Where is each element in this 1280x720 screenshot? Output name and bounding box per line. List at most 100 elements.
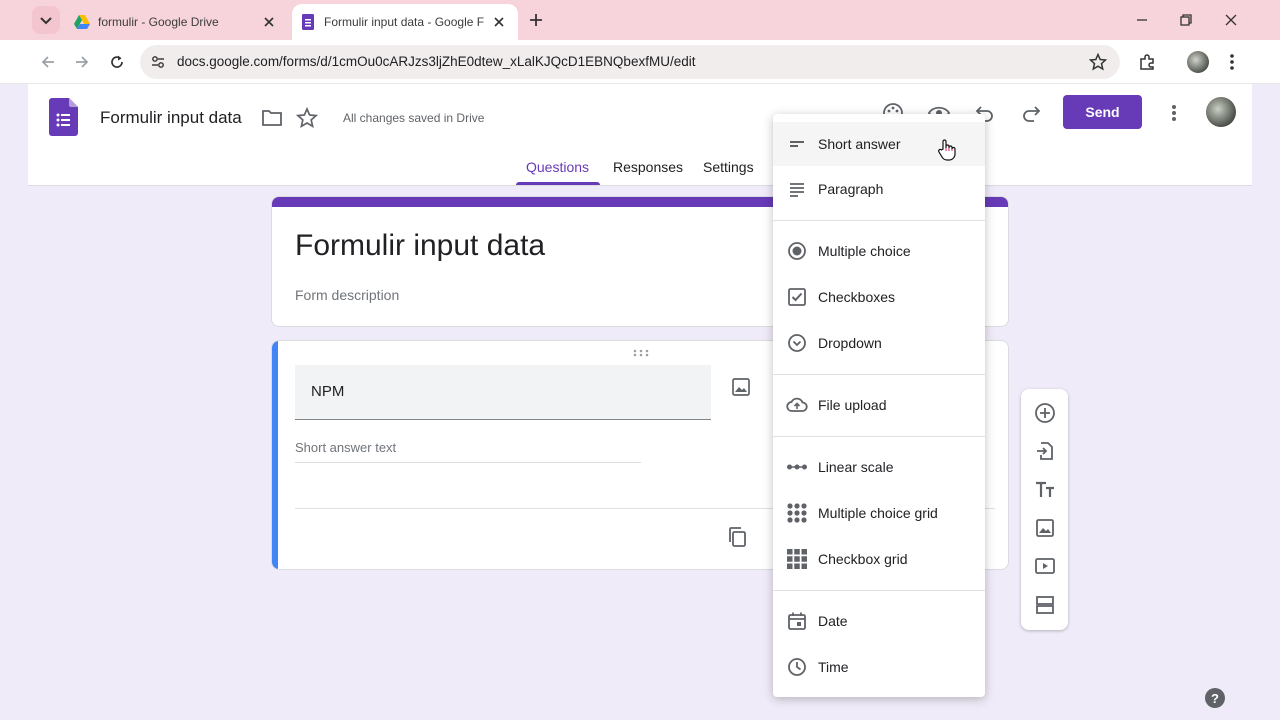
hand-cursor-icon [938, 139, 956, 161]
menu-item-time[interactable]: Time [773, 645, 985, 689]
menu-item-file-upload[interactable]: File upload [773, 383, 985, 427]
question-title-text: NPM [311, 383, 345, 400]
menu-item-checkbox-grid[interactable]: Checkbox grid [773, 537, 985, 581]
menu-item-date[interactable]: Date [773, 599, 985, 643]
puzzle-icon [1140, 54, 1154, 70]
drag-handle-icon[interactable] [633, 349, 649, 357]
radio-icon [785, 239, 809, 263]
account-avatar[interactable] [1206, 97, 1236, 127]
tab-title: Formulir input data - Google Fo [324, 15, 484, 29]
dot-grid-icon [785, 501, 809, 525]
plus-icon [530, 14, 542, 26]
more-vert-icon [1230, 54, 1234, 70]
add-section-icon[interactable] [1033, 593, 1057, 617]
menu-divider [773, 436, 985, 437]
browser-toolbar: docs.google.com/forms/d/1cmOu0cARJzs3ljZ… [0, 40, 1280, 84]
answer-underline [295, 462, 641, 463]
menu-item-label: Time [818, 659, 849, 675]
menu-item-label: Checkbox grid [818, 551, 908, 567]
tab-search-button[interactable] [32, 6, 60, 34]
menu-item-label: Short answer [818, 136, 901, 152]
google-drive-icon [74, 14, 90, 30]
new-tab-button[interactable] [524, 8, 548, 32]
add-image-icon[interactable] [1033, 516, 1057, 540]
menu-item-paragraph[interactable]: Paragraph [773, 167, 985, 211]
cloud-upload-icon [785, 393, 809, 417]
menu-item-label: Paragraph [818, 181, 884, 197]
square-grid-icon [785, 547, 809, 571]
browser-tab-strip: formulir - Google Drive Formulir input d… [0, 0, 1280, 40]
tab-questions[interactable]: Questions [526, 159, 589, 175]
menu-item-label: Multiple choice [818, 243, 911, 259]
menu-item-multiple-choice[interactable]: Multiple choice [773, 229, 985, 273]
bookmark-star-icon[interactable] [1089, 53, 1107, 71]
minimize-icon [1137, 19, 1147, 21]
close-window-button[interactable] [1217, 6, 1245, 34]
calendar-icon [785, 609, 809, 633]
question-type-menu: Short answer Paragraph Multiple choice C… [773, 114, 985, 697]
duplicate-icon[interactable] [727, 526, 749, 548]
paragraph-icon [785, 177, 809, 201]
menu-item-linear-scale[interactable]: Linear scale [773, 445, 985, 489]
menu-divider [773, 374, 985, 375]
menu-item-label: File upload [818, 397, 887, 413]
menu-item-dropdown[interactable]: Dropdown [773, 321, 985, 365]
star-icon[interactable] [296, 107, 318, 129]
add-image-icon[interactable] [731, 377, 751, 397]
more-options-icon[interactable] [1166, 104, 1182, 122]
menu-divider [773, 220, 985, 221]
tab-settings[interactable]: Settings [703, 159, 754, 175]
active-tab-indicator [516, 182, 600, 185]
send-button[interactable]: Send [1063, 95, 1142, 129]
redo-icon[interactable] [1019, 101, 1043, 125]
reload-button[interactable] [103, 48, 131, 76]
clock-icon [785, 655, 809, 679]
reload-icon [111, 55, 123, 68]
tab-responses[interactable]: Responses [613, 159, 683, 175]
menu-item-label: Dropdown [818, 335, 882, 351]
close-tab-icon[interactable] [490, 13, 508, 31]
address-bar[interactable]: docs.google.com/forms/d/1cmOu0cARJzs3ljZ… [140, 45, 1120, 79]
save-status: All changes saved in Drive [343, 111, 485, 125]
restore-icon [1180, 14, 1192, 26]
arrow-right-icon [76, 56, 89, 68]
menu-item-checkboxes[interactable]: Checkboxes [773, 275, 985, 319]
dropdown-icon [785, 331, 809, 355]
close-icon [1225, 14, 1237, 26]
google-forms-logo[interactable] [49, 98, 78, 136]
document-title[interactable]: Formulir input data [100, 108, 242, 128]
tab-title: formulir - Google Drive [98, 15, 219, 29]
menu-item-label: Date [818, 613, 848, 629]
chevron-down-icon [40, 17, 52, 25]
url-text: docs.google.com/forms/d/1cmOu0cARJzs3ljZ… [177, 54, 696, 69]
add-question-icon[interactable] [1033, 401, 1057, 425]
folder-icon[interactable] [261, 108, 283, 128]
side-toolbar [1021, 389, 1068, 630]
browser-menu-button[interactable] [1218, 48, 1246, 76]
extensions-button[interactable] [1133, 48, 1161, 76]
minimize-button[interactable] [1128, 6, 1156, 34]
profile-avatar[interactable] [1187, 51, 1209, 73]
checkbox-icon [785, 285, 809, 309]
short-answer-icon [785, 132, 809, 156]
forward-button[interactable] [68, 48, 96, 76]
site-settings-icon[interactable] [150, 54, 166, 70]
back-button[interactable] [34, 48, 62, 76]
menu-divider [773, 590, 985, 591]
linear-scale-icon [785, 455, 809, 479]
add-video-icon[interactable] [1033, 554, 1057, 578]
google-forms-icon [300, 14, 316, 30]
restore-button[interactable] [1172, 6, 1200, 34]
add-title-icon[interactable] [1033, 478, 1057, 502]
form-title[interactable]: Formulir input data [295, 229, 545, 263]
help-button[interactable]: ? [1205, 688, 1225, 708]
browser-tab-drive[interactable]: formulir - Google Drive [62, 4, 288, 40]
form-description-input[interactable]: Form description [295, 287, 399, 303]
import-questions-icon[interactable] [1033, 439, 1057, 463]
close-tab-icon[interactable] [260, 13, 278, 31]
menu-item-label: Multiple choice grid [818, 505, 938, 521]
menu-item-multiple-choice-grid[interactable]: Multiple choice grid [773, 491, 985, 535]
question-title-input[interactable]: NPM [295, 365, 711, 420]
browser-tab-forms[interactable]: Formulir input data - Google Fo [292, 4, 518, 40]
menu-item-label: Checkboxes [818, 289, 896, 305]
